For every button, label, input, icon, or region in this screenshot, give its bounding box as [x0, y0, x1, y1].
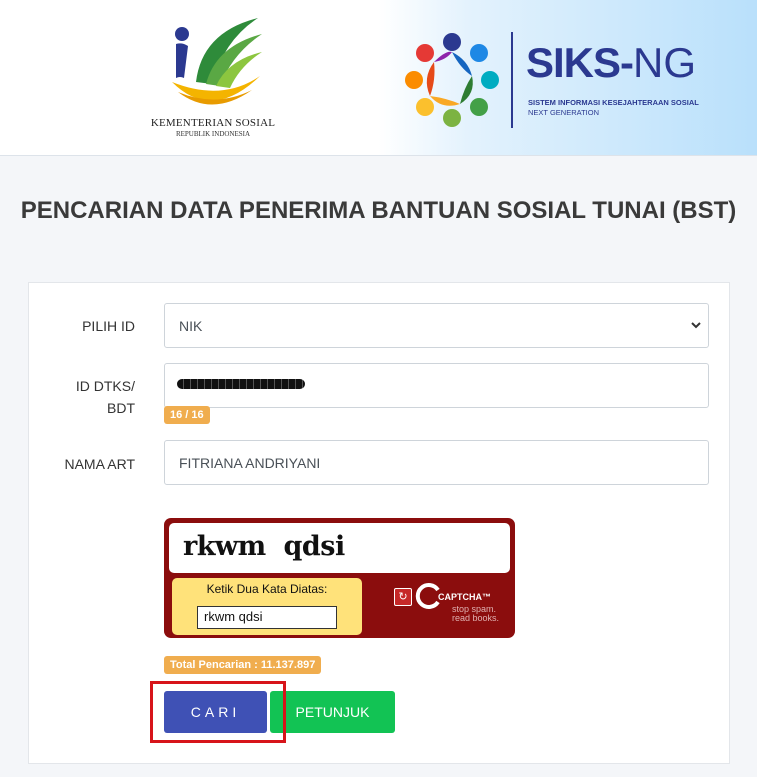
kemensos-logo: KEMENTERIAN SOSIAL REPUBLIK INDONESIA	[150, 12, 276, 140]
logo-divider	[511, 32, 513, 128]
captcha-logo-text: CAPTCHA™	[438, 592, 491, 602]
search-form-card: PILIH ID NIK ID DTKS/ BDT 16 / 16 NAMA A…	[28, 282, 730, 764]
siks-tagline: SISTEM INFORMASI KESEJAHTERAAN SOSIAL	[528, 98, 699, 107]
page-header: KEMENTERIAN SOSIAL REPUBLIK INDONESIA SI…	[0, 0, 757, 156]
kemensos-subtitle: REPUBLIK INDONESIA	[175, 130, 251, 138]
kemensos-name: KEMENTERIAN SOSIAL	[150, 117, 276, 129]
captcha-words: rkwm qdsi	[183, 531, 345, 562]
id-dtks-input[interactable]	[164, 363, 709, 408]
siks-ng-logo: SIKS-NG SISTEM INFORMASI KESEJAHTERAAN S…	[400, 28, 720, 132]
nama-art-label: NAMA ART	[64, 456, 135, 472]
id-dtks-label-line2: BDT	[107, 400, 135, 416]
siks-brand-a: SIKS-	[526, 39, 634, 86]
siks-brand: SIKS-NG	[526, 42, 696, 84]
nama-art-input[interactable]: FITRIANA ANDRIYANI	[164, 440, 709, 485]
reload-icon[interactable]: ↻	[394, 588, 412, 606]
id-dtks-label-line1: ID DTKS/	[75, 378, 135, 394]
captcha-input[interactable]: rkwm qdsi	[197, 606, 337, 629]
kemensos-emblem-icon	[172, 18, 262, 105]
id-dtks-label: ID DTKS/ BDT	[69, 375, 135, 419]
captcha-image: rkwm qdsi	[169, 523, 510, 573]
captcha-logo: ↻ CAPTCHA™ stop spam. read books.	[394, 582, 512, 626]
siks-flower-icon	[405, 33, 499, 127]
recaptcha-widget: rkwm qdsi Ketik Dua Kata Diatas: rkwm qd…	[164, 518, 515, 638]
siks-tagline-2: NEXT GENERATION	[528, 108, 599, 117]
siks-brand-b: NG	[633, 39, 697, 86]
pilih-id-value: NIK	[179, 317, 203, 334]
total-pencarian-badge: Total Pencarian : 11.137.897	[164, 656, 322, 674]
captcha-slogan-2: read books.	[452, 613, 500, 623]
id-char-counter: 16 / 16	[164, 406, 210, 424]
masked-id-value	[177, 379, 305, 389]
captcha-instruction: Ketik Dua Kata Diatas:	[206, 582, 328, 596]
cari-highlight-box	[150, 681, 286, 743]
petunjuk-button[interactable]: PETUNJUK	[270, 691, 395, 733]
nama-art-value: FITRIANA ANDRIYANI	[179, 454, 321, 471]
pilih-id-label: PILIH ID	[82, 318, 135, 334]
captcha-answer-box: Ketik Dua Kata Diatas: rkwm qdsi	[172, 578, 362, 635]
pilih-id-select[interactable]: NIK	[164, 303, 709, 348]
chevron-down-icon	[691, 322, 701, 329]
page-title: PENCARIAN DATA PENERIMA BANTUAN SOSIAL T…	[20, 197, 737, 224]
